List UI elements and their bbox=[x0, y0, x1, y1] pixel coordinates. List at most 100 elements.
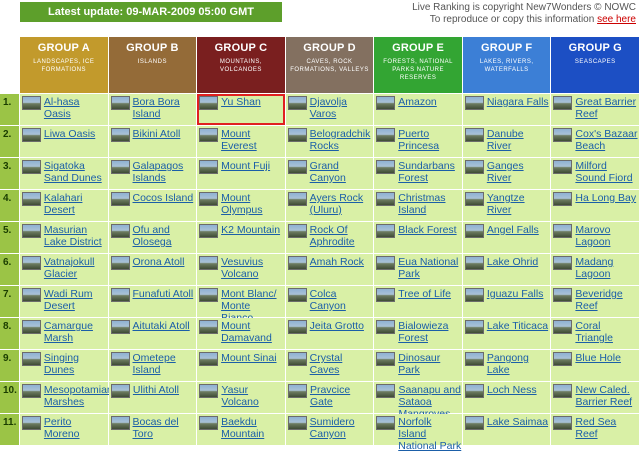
wonder-cell[interactable]: Mesopotamian Marshes bbox=[19, 382, 113, 413]
wonder-cell[interactable]: Vesuvius Volcano bbox=[197, 254, 285, 285]
wonder-cell[interactable]: Mount Fuji bbox=[197, 158, 285, 189]
wonder-thumbnail-icon[interactable] bbox=[110, 352, 130, 366]
wonder-link[interactable]: Yu Shan bbox=[221, 96, 261, 108]
wonder-cell[interactable]: Bora Bora Island bbox=[108, 94, 197, 125]
wonder-cell[interactable]: Wadi Rum Desert bbox=[19, 286, 108, 317]
wonder-cell[interactable]: Rock Of Aphrodite bbox=[285, 222, 374, 253]
wonder-cell[interactable]: Red Sea Reef bbox=[551, 414, 639, 445]
wonder-cell[interactable]: Great Barrier Reef bbox=[551, 94, 639, 125]
wonder-link[interactable]: Amah Rock bbox=[310, 256, 364, 268]
wonder-cell[interactable]: Mont Blanc/ Monte Bianco bbox=[197, 286, 285, 324]
wonder-thumbnail-icon[interactable] bbox=[464, 96, 484, 110]
wonder-thumbnail-icon[interactable] bbox=[287, 416, 307, 430]
wonder-cell[interactable]: Grand Canyon bbox=[285, 158, 374, 189]
wonder-link[interactable]: Bora Bora Island bbox=[133, 96, 197, 120]
wonder-link[interactable]: Ha Long Bay bbox=[575, 192, 636, 204]
wonder-thumbnail-icon[interactable] bbox=[553, 128, 573, 142]
wonder-thumbnail-icon[interactable] bbox=[21, 96, 41, 110]
wonder-link[interactable]: Mesopotamian Marshes bbox=[44, 384, 113, 408]
wonder-thumbnail-icon[interactable] bbox=[199, 320, 219, 334]
wonder-cell[interactable]: Beveridge Reef bbox=[551, 286, 639, 317]
wonder-cell[interactable]: Mount Olympus bbox=[197, 190, 285, 221]
wonder-cell[interactable]: Belogradchik Rocks bbox=[285, 126, 374, 157]
wonder-thumbnail-icon[interactable] bbox=[287, 128, 307, 142]
wonder-cell[interactable]: Bocas del Toro bbox=[108, 414, 197, 445]
wonder-cell[interactable]: Djavolja Varos bbox=[285, 94, 374, 125]
wonder-link[interactable]: K2 Mountain bbox=[221, 224, 280, 236]
wonder-thumbnail-icon[interactable] bbox=[21, 320, 41, 334]
wonder-thumbnail-icon[interactable] bbox=[110, 128, 130, 142]
wonder-link[interactable]: Cox's Bazaar Beach bbox=[575, 128, 639, 152]
wonder-thumbnail-icon[interactable] bbox=[553, 256, 573, 270]
wonder-cell[interactable]: Sigatoka Sand Dunes bbox=[19, 158, 108, 189]
wonder-link[interactable]: Mount Fuji bbox=[221, 160, 270, 172]
wonder-thumbnail-icon[interactable] bbox=[464, 384, 484, 398]
wonder-link[interactable]: Sundarbans Forest bbox=[398, 160, 462, 184]
see-here-link[interactable]: see here bbox=[597, 14, 636, 25]
wonder-link[interactable]: Milford Sound Fiord bbox=[575, 160, 639, 184]
wonder-thumbnail-icon[interactable] bbox=[553, 96, 573, 110]
wonder-cell[interactable]: Danube River bbox=[462, 126, 551, 157]
wonder-cell[interactable]: Pangong Lake bbox=[462, 350, 551, 381]
wonder-thumbnail-icon[interactable] bbox=[376, 320, 396, 334]
wonder-link[interactable]: Black Forest bbox=[398, 224, 456, 236]
wonder-cell[interactable]: Coral Triangle bbox=[551, 318, 639, 349]
wonder-thumbnail-icon[interactable] bbox=[110, 384, 130, 398]
wonder-cell[interactable]: Mount Everest bbox=[197, 126, 285, 157]
wonder-thumbnail-icon[interactable] bbox=[199, 128, 219, 142]
wonder-cell[interactable]: Blue Hole bbox=[551, 350, 639, 381]
wonder-cell[interactable]: Lake Saimaa bbox=[462, 414, 551, 445]
wonder-thumbnail-icon[interactable] bbox=[199, 96, 219, 110]
wonder-link[interactable]: Tree of Life bbox=[398, 288, 451, 300]
wonder-thumbnail-icon[interactable] bbox=[21, 288, 41, 302]
wonder-cell[interactable]: Marovo Lagoon bbox=[551, 222, 639, 253]
wonder-thumbnail-icon[interactable] bbox=[464, 352, 484, 366]
wonder-cell[interactable]: Ulithi Atoll bbox=[108, 382, 197, 413]
wonder-link[interactable]: Sigatoka Sand Dunes bbox=[44, 160, 108, 184]
wonder-link[interactable]: Madang Lagoon bbox=[575, 256, 639, 280]
wonder-cell[interactable]: Bialowieza Forest bbox=[374, 318, 462, 349]
wonder-thumbnail-icon[interactable] bbox=[21, 224, 41, 238]
wonder-cell[interactable]: Norfolk Island National Park bbox=[374, 414, 462, 452]
wonder-thumbnail-icon[interactable] bbox=[376, 128, 396, 142]
wonder-link[interactable]: Ayers Rock (Uluru) bbox=[310, 192, 374, 216]
wonder-cell[interactable]: Singing Dunes bbox=[19, 350, 108, 381]
wonder-thumbnail-icon[interactable] bbox=[376, 416, 396, 430]
wonder-cell[interactable]: Tree of Life bbox=[374, 286, 462, 317]
wonder-thumbnail-icon[interactable] bbox=[21, 192, 41, 206]
wonder-thumbnail-icon[interactable] bbox=[376, 96, 396, 110]
wonder-link[interactable]: Galapagos Islands bbox=[133, 160, 197, 184]
wonder-link[interactable]: Bialowieza Forest bbox=[398, 320, 462, 344]
wonder-link[interactable]: Lake Ohrid bbox=[487, 256, 538, 268]
wonder-link[interactable]: Jeita Grotto bbox=[310, 320, 364, 332]
wonder-cell[interactable]: Kalahari Desert bbox=[19, 190, 108, 221]
wonder-link[interactable]: Red Sea Reef bbox=[575, 416, 639, 440]
wonder-cell[interactable]: Angel Falls bbox=[462, 222, 551, 253]
wonder-thumbnail-icon[interactable] bbox=[287, 160, 307, 174]
wonder-link[interactable]: Ofu and Olosega bbox=[133, 224, 197, 248]
wonder-link[interactable]: Puerto Princesa bbox=[398, 128, 462, 152]
wonder-thumbnail-icon[interactable] bbox=[464, 416, 484, 430]
wonder-link[interactable]: Masurian Lake District bbox=[44, 224, 108, 248]
wonder-cell[interactable]: Amazon bbox=[374, 94, 462, 125]
wonder-thumbnail-icon[interactable] bbox=[21, 416, 41, 430]
wonder-cell[interactable]: Lake Ohrid bbox=[462, 254, 551, 285]
wonder-thumbnail-icon[interactable] bbox=[464, 192, 484, 206]
wonder-thumbnail-icon[interactable] bbox=[287, 224, 307, 238]
wonder-cell[interactable]: Iguazu Falls bbox=[462, 286, 551, 317]
wonder-link[interactable]: Coral Triangle bbox=[575, 320, 639, 344]
wonder-link[interactable]: Liwa Oasis bbox=[44, 128, 95, 140]
wonder-thumbnail-icon[interactable] bbox=[376, 160, 396, 174]
wonder-thumbnail-icon[interactable] bbox=[287, 256, 307, 270]
wonder-thumbnail-icon[interactable] bbox=[376, 352, 396, 366]
wonder-thumbnail-icon[interactable] bbox=[21, 160, 41, 174]
wonder-thumbnail-icon[interactable] bbox=[376, 192, 396, 206]
wonder-link[interactable]: Norfolk Island National Park bbox=[398, 416, 462, 452]
wonder-cell[interactable]: Niagara Falls bbox=[462, 94, 551, 125]
wonder-thumbnail-icon[interactable] bbox=[553, 384, 573, 398]
wonder-cell[interactable]: Dinosaur Park bbox=[374, 350, 462, 381]
wonder-thumbnail-icon[interactable] bbox=[199, 416, 219, 430]
wonder-thumbnail-icon[interactable] bbox=[464, 288, 484, 302]
wonder-link[interactable]: Mount Damavand bbox=[221, 320, 285, 344]
wonder-cell[interactable]: Masurian Lake District bbox=[19, 222, 108, 253]
